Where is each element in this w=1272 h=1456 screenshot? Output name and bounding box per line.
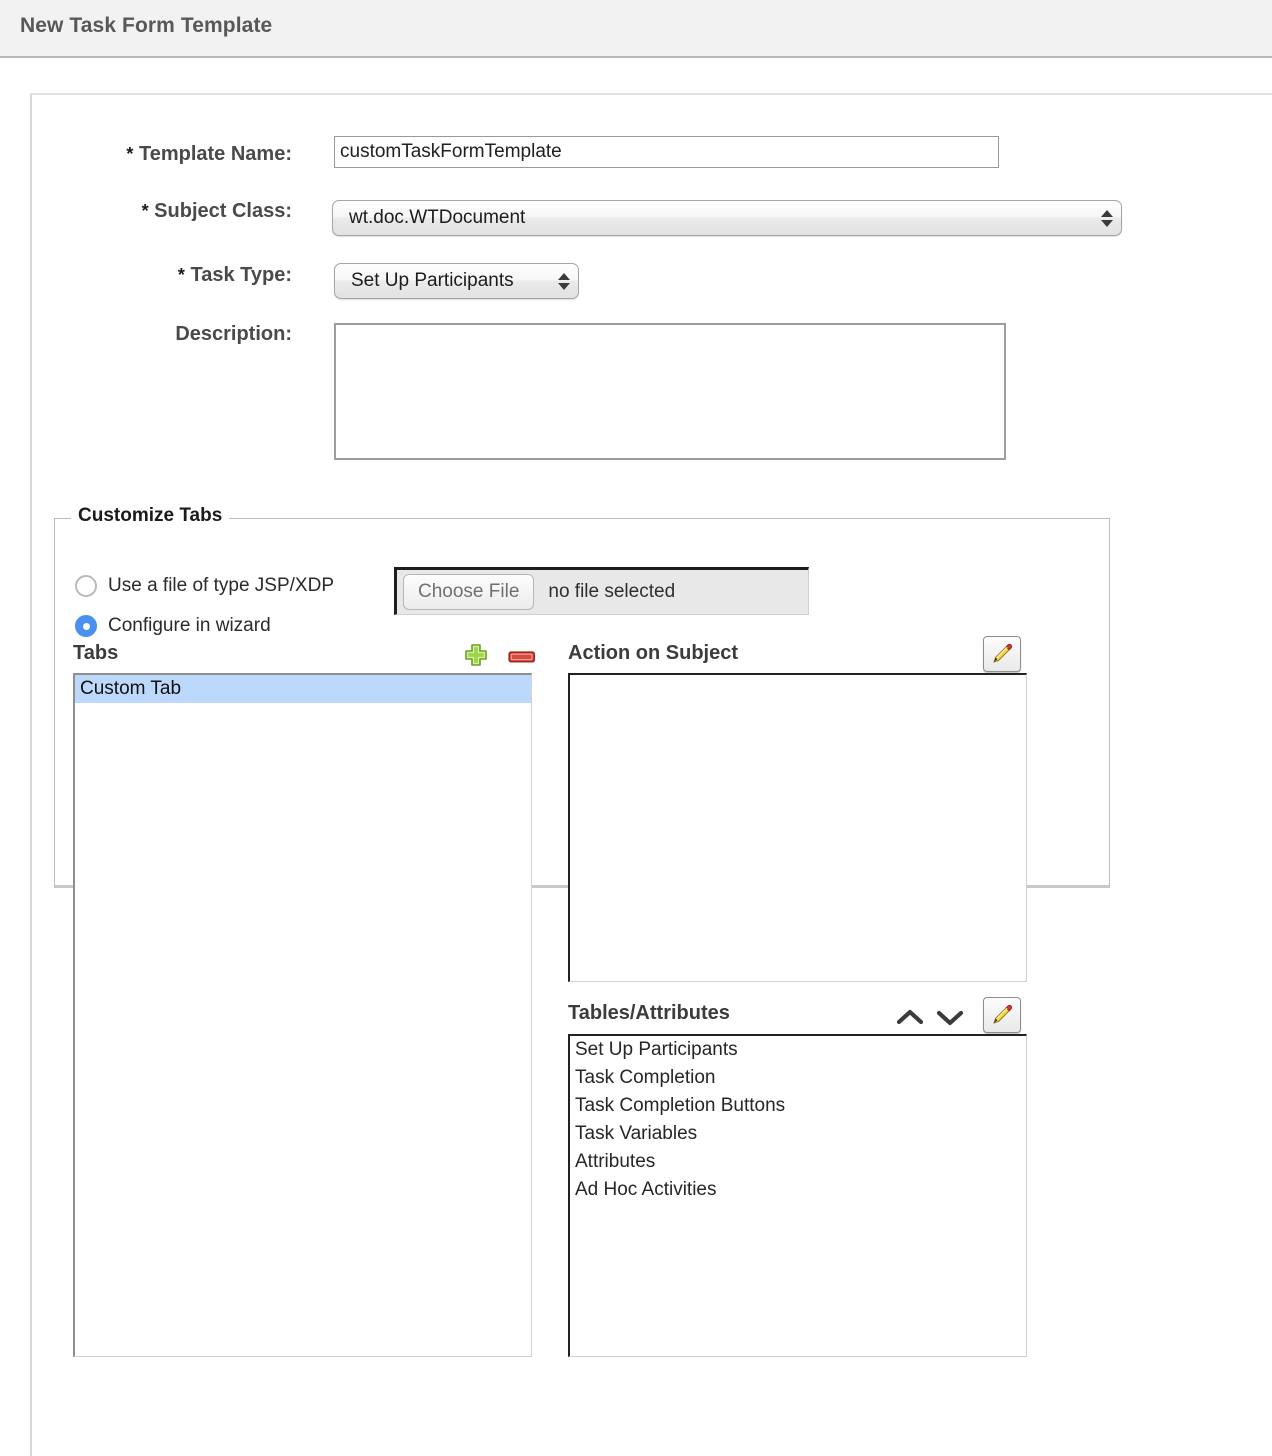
file-input[interactable]: Choose File no file selected — [394, 567, 809, 615]
choose-file-button[interactable]: Choose File — [403, 574, 535, 610]
subject-class-select[interactable]: wt.doc.WTDocument — [332, 200, 1122, 236]
page-root: New Task Form Template * Template Name: … — [0, 0, 1272, 1456]
template-name-label-text: Template Name: — [138, 143, 292, 165]
chevron-updown-icon — [558, 272, 570, 290]
list-item[interactable]: Custom Tab — [75, 675, 531, 703]
pencil-icon — [993, 1005, 1012, 1024]
template-name-label: * Template Name: — [32, 143, 292, 166]
template-name-input[interactable] — [334, 136, 999, 168]
subject-class-label-text: Subject Class: — [154, 200, 292, 222]
add-tab-button[interactable] — [462, 641, 490, 669]
task-type-label-text: Task Type: — [190, 264, 292, 286]
radio-on-icon — [75, 615, 97, 637]
edit-tables-attributes-button[interactable] — [983, 997, 1021, 1033]
radio-use-file-label: Use a file of type JSP/XDP — [108, 575, 334, 596]
move-down-button[interactable] — [933, 1002, 967, 1032]
radio-configure-wizard-label: Configure in wizard — [108, 615, 271, 636]
required-asterisk: * — [126, 144, 134, 164]
description-label: Description: — [175, 323, 292, 345]
move-up-button[interactable] — [893, 1002, 927, 1032]
list-item[interactable]: Attributes — [570, 1148, 1026, 1176]
radio-use-file[interactable]: Use a file of type JSP/XDP — [75, 575, 334, 597]
edit-action-on-subject-button[interactable] — [983, 636, 1021, 672]
chevron-updown-icon — [1101, 209, 1113, 227]
list-item[interactable]: Task Completion Buttons — [570, 1092, 1026, 1120]
required-asterisk: * — [141, 201, 149, 221]
description-textarea[interactable] — [334, 323, 1006, 460]
chevron-up-icon — [896, 1009, 924, 1025]
customize-tabs-fieldset: Customize Tabs Use a file of type JSP/XD… — [54, 505, 1110, 1357]
customize-tabs-legend: Customize Tabs — [71, 505, 230, 527]
tabs-listbox[interactable]: Custom Tab — [73, 673, 532, 1357]
subject-class-value: wt.doc.WTDocument — [349, 207, 526, 228]
task-type-value: Set Up Participants — [351, 270, 514, 291]
page-title: New Task Form Template — [20, 14, 273, 37]
form-panel: * Template Name: * Subject Class: wt.doc… — [30, 93, 1272, 1456]
list-item[interactable]: Set Up Participants — [570, 1036, 1026, 1064]
radio-off-icon — [75, 575, 97, 597]
list-item[interactable]: Ad Hoc Activities — [570, 1176, 1026, 1204]
tabs-section-title: Tabs — [73, 642, 119, 664]
action-on-subject-title: Action on Subject — [568, 642, 738, 664]
task-type-select[interactable]: Set Up Participants — [334, 263, 579, 299]
minus-icon — [508, 651, 536, 663]
action-on-subject-listbox[interactable] — [568, 673, 1027, 982]
list-item[interactable]: Task Completion — [570, 1064, 1026, 1092]
chevron-down-icon — [936, 1010, 964, 1026]
tables-attributes-title: Tables/Attributes — [568, 1002, 730, 1024]
page-header: New Task Form Template — [0, 0, 1272, 58]
plus-icon — [465, 644, 487, 666]
task-type-label: * Task Type: — [32, 264, 292, 287]
subject-class-label: * Subject Class: — [32, 200, 292, 223]
tables-attributes-listbox[interactable]: Set Up Participants Task Completion Task… — [568, 1034, 1027, 1357]
list-item[interactable]: Task Variables — [570, 1120, 1026, 1148]
required-asterisk: * — [177, 265, 185, 285]
pencil-icon — [993, 644, 1012, 663]
file-status-text: no file selected — [548, 581, 676, 602]
radio-configure-wizard[interactable]: Configure in wizard — [75, 615, 271, 637]
remove-tab-button[interactable] — [508, 649, 536, 665]
